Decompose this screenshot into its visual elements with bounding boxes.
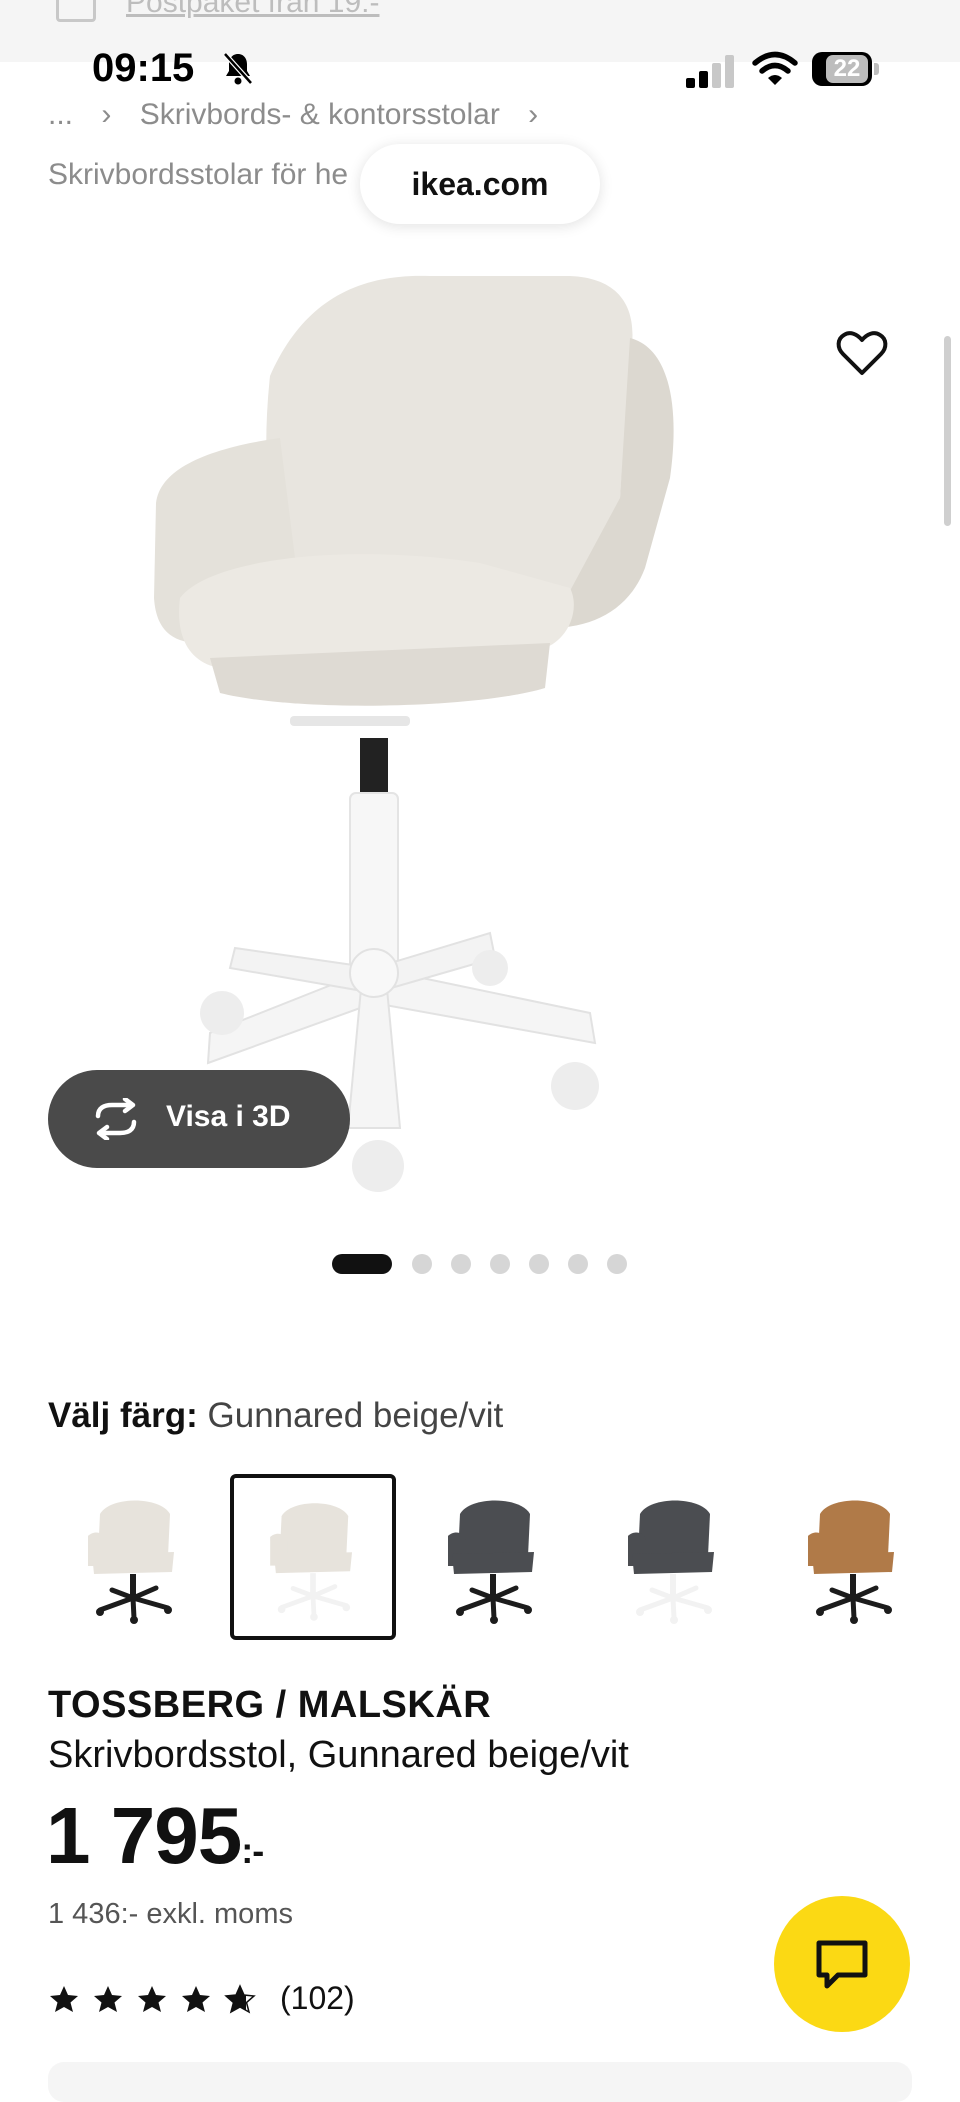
product-name: TOSSBERG / MALSKÄR xyxy=(48,1684,492,1726)
subcategory-link[interactable]: Skrivbordsstolar för he xyxy=(48,158,348,192)
price-amount: 1 795 xyxy=(46,1791,242,1880)
star-icon xyxy=(138,1986,166,2012)
wifi-icon xyxy=(752,51,798,85)
battery-icon: 22 xyxy=(812,52,880,86)
carousel-dot-1[interactable] xyxy=(332,1254,392,1274)
carousel-dot-6[interactable] xyxy=(568,1254,588,1274)
breadcrumb-separator-trailing: › xyxy=(528,98,539,131)
review-count[interactable]: (102) xyxy=(280,1980,355,2017)
chair-thumbnail xyxy=(628,1500,714,1624)
rotate-3d-icon xyxy=(95,1098,137,1140)
chair-thumbnail xyxy=(270,1503,353,1621)
product-image[interactable] xyxy=(150,268,810,1208)
chair-thumbnail xyxy=(88,1500,174,1624)
color-selector-heading: Välj färg: Gunnared beige/vit xyxy=(48,1396,503,1436)
carousel-dot-4[interactable] xyxy=(490,1254,510,1274)
signal-icon xyxy=(686,55,734,88)
page-scrollbar[interactable] xyxy=(944,336,951,526)
star-icon xyxy=(225,1985,255,2013)
promo-banner-text[interactable]: Postpaket från 19:- xyxy=(126,0,379,20)
view-in-3d-button[interactable]: Visa i 3D xyxy=(48,1070,350,1168)
browser-url-pill[interactable]: ikea.com xyxy=(360,144,600,224)
star-icon xyxy=(50,1986,78,2012)
price-suffix: :- xyxy=(241,1830,264,1871)
package-icon xyxy=(56,0,96,22)
color-swatch[interactable] xyxy=(770,1474,936,1640)
carousel-dot-2[interactable] xyxy=(412,1254,432,1274)
product-price: 1 795:- xyxy=(46,1790,264,1882)
view-in-3d-label: Visa i 3D xyxy=(166,1100,291,1133)
breadcrumb-separator: › xyxy=(101,98,112,131)
chair-thumbnail xyxy=(808,1500,894,1624)
chat-button[interactable] xyxy=(774,1896,910,2032)
carousel-dot-5[interactable] xyxy=(529,1254,549,1274)
breadcrumb-ellipsis[interactable]: ... xyxy=(48,98,73,131)
color-swatch[interactable] xyxy=(590,1474,756,1640)
breadcrumb: ... › Skrivbords- & kontorsstolar › xyxy=(48,98,558,132)
battery-level: 22 xyxy=(826,55,868,83)
battery-body: 22 xyxy=(812,52,872,86)
color-swatch[interactable] xyxy=(50,1474,216,1640)
rating-stars[interactable] xyxy=(48,1980,256,2020)
star-icon xyxy=(182,1986,210,2012)
price-excl-vat: 1 436:- exkl. moms xyxy=(48,1898,293,1930)
product-description: Skrivbordsstol, Gunnared beige/vit xyxy=(48,1734,629,1776)
status-time: 09:15 xyxy=(92,46,195,90)
chair-thumbnail xyxy=(448,1500,534,1624)
bell-slash-icon xyxy=(223,52,253,85)
color-selector-value: Gunnared beige/vit xyxy=(207,1396,504,1435)
heart-icon[interactable] xyxy=(834,326,890,382)
star-icon xyxy=(94,1986,122,2012)
color-swatch[interactable] xyxy=(410,1474,576,1640)
battery-nub xyxy=(874,63,879,75)
carousel-dot-7[interactable] xyxy=(607,1254,627,1274)
color-swatch[interactable] xyxy=(230,1474,396,1640)
breadcrumb-category[interactable]: Skrivbords- & kontorsstolar xyxy=(140,98,500,131)
chat-icon xyxy=(816,1940,868,1989)
next-section-card xyxy=(48,2062,912,2102)
color-selector-label: Välj färg: xyxy=(48,1396,198,1435)
carousel-dot-3[interactable] xyxy=(451,1254,471,1274)
